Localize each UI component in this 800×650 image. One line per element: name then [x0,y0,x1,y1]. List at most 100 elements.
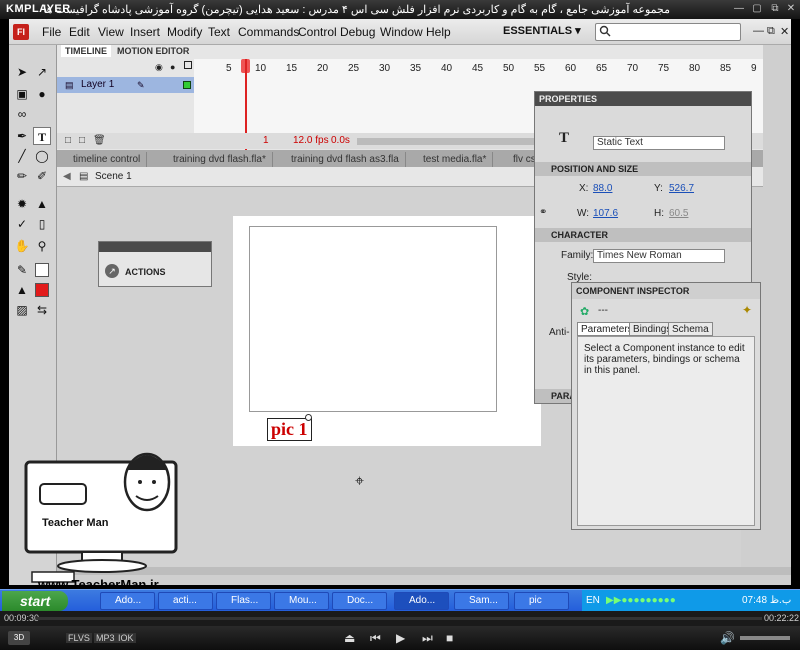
control-badge[interactable]: IOK [116,633,136,643]
tab-parameters[interactable]: Parameters [577,322,637,336]
component-inspector-title[interactable]: COMPONENT INSPECTOR [572,283,760,299]
start-button[interactable]: start [2,591,68,611]
taskbar-item[interactable]: Flas... [216,592,271,610]
stop-icon[interactable]: ■ [446,631,453,645]
taskbar-item[interactable]: Sam... [454,592,509,610]
menu-window[interactable]: Window [380,25,423,39]
seek-track[interactable] [36,617,762,620]
volume-slider[interactable] [740,636,790,640]
menu-view[interactable]: View [98,25,124,39]
minimize-icon[interactable]: — [753,25,764,37]
subselection-tool-icon[interactable]: ↗ [33,63,51,81]
text-type-select[interactable]: Static Text [593,136,725,150]
fill-color-icon[interactable]: ▲ [13,281,31,299]
control-badge[interactable]: FLVS [66,633,92,643]
new-layer-icon[interactable]: □ [65,133,71,149]
3d-rotation-icon[interactable]: ● [33,85,51,103]
paint-bucket-icon[interactable]: ▲ [33,195,51,213]
control-badge[interactable]: MP3 [94,633,117,643]
menu-debug[interactable]: Debug [340,25,375,39]
tab-motion-editor[interactable]: MOTION EDITOR [113,45,193,57]
play-icon[interactable]: ▶ [396,631,405,645]
swap-colors-icon[interactable]: ⇆ [33,301,51,319]
x-value[interactable]: 88.0 [593,183,612,194]
fill-color-swatch[interactable] [35,283,49,297]
taskbar-item[interactable]: acti... [158,592,213,610]
menu-control[interactable]: Control [298,25,337,39]
brush-tool-icon[interactable]: ✐ [33,167,51,185]
menu-modify[interactable]: Modify [167,25,202,39]
back-arrow-icon[interactable]: ◀ [63,167,71,187]
tab-schema[interactable]: Schema [668,322,713,336]
selection-tool-icon[interactable]: ➤ [13,63,31,81]
maximize-icon[interactable]: ▢ [750,3,764,15]
bone-tool-icon[interactable]: ✹ [13,195,31,213]
w-value[interactable]: 107.6 [593,208,618,219]
stage-text-pic[interactable]: pic 1 [267,418,312,441]
3d-icon[interactable]: 3D [8,631,30,645]
outline-icon[interactable] [184,61,192,69]
oval-tool-icon[interactable]: ◯ [33,147,51,165]
star-icon[interactable]: ✦ [742,303,752,317]
stroke-color-icon[interactable]: ✎ [13,261,31,279]
tray-icons[interactable]: ▶▶●●●●●●●●● [606,590,676,612]
menu-commands[interactable]: Commands [238,25,299,39]
layer-row[interactable]: ▤ Layer 1 ✎ [57,77,194,93]
pen-tool-icon[interactable]: ✒ [13,127,31,145]
properties-title[interactable]: PROPERTIES [535,92,751,106]
hand-tool-icon[interactable]: ✋ [13,237,31,255]
text-handle-icon[interactable] [305,414,312,421]
tab-document[interactable]: test media.fla* [417,152,494,167]
actions-panel-header[interactable] [99,242,211,252]
stroke-color-swatch[interactable] [35,263,49,277]
eyedropper-icon[interactable]: ✓ [13,215,31,233]
restore-icon[interactable]: ⧉ [767,25,775,38]
restore-icon[interactable]: ⧉ [768,3,782,15]
next-icon[interactable]: ⏭ [422,631,433,646]
close-icon[interactable]: ✕ [784,3,798,15]
menu-help[interactable]: Help [426,25,451,39]
taskbar-item[interactable]: pic [514,592,569,610]
minimize-icon[interactable]: — [732,3,746,15]
black-white-icon[interactable]: ▨ [13,301,31,319]
new-folder-icon[interactable]: □ [79,133,85,149]
menu-edit[interactable]: Edit [69,25,90,39]
language-indicator[interactable]: EN [586,590,600,612]
tab-document[interactable]: timeline control [67,152,148,167]
menu-file[interactable]: File [42,25,61,39]
taskbar-item[interactable]: Doc... [332,592,387,610]
y-value[interactable]: 526.7 [669,183,694,194]
taskbar-item[interactable]: Mou... [274,592,329,610]
taskbar-item[interactable]: Ado... [100,592,155,610]
eject-icon[interactable]: ⏏ [344,631,355,645]
delete-layer-icon[interactable]: 🗑 [93,133,106,149]
eye-icon[interactable]: ◉ [155,62,163,73]
text-tool-icon[interactable]: T [33,127,51,145]
position-size-header[interactable]: POSITION AND SIZE [535,162,751,176]
menu-insert[interactable]: Insert [130,25,160,39]
scene-name[interactable]: Scene 1 [95,167,132,187]
volume-icon[interactable]: 🔊 [720,631,735,645]
actions-panel[interactable]: ↗ ACTIONS [98,241,212,287]
help-search-input[interactable] [595,23,741,41]
lasso-tool-icon[interactable]: ∞ [13,105,31,123]
close-icon[interactable]: ✕ [780,25,789,38]
font-family-select[interactable]: Times New Roman [593,249,725,263]
tab-document[interactable]: training dvd flash as3.fla [285,152,406,167]
previous-icon[interactable]: ⏮ [370,631,381,646]
character-header[interactable]: CHARACTER [535,228,751,242]
link-icon[interactable]: ⚭ [539,207,547,218]
player-progress-bar[interactable]: 00:09:30 00:22:22 [0,611,800,626]
zoom-tool-icon[interactable]: ⚲ [33,237,51,255]
tab-document[interactable]: training dvd flash.fla* [167,152,273,167]
h-value[interactable]: 60.5 [669,208,688,219]
lock-icon[interactable]: ● [170,62,175,72]
eraser-icon[interactable]: ▯ [33,215,51,233]
tab-timeline[interactable]: TIMELINE [61,45,111,57]
free-transform-icon[interactable]: ▣ [13,85,31,103]
frame-rate[interactable]: 12.0 fps [293,133,329,149]
menu-text[interactable]: Text [208,25,230,39]
pencil-tool-icon[interactable]: ✏ [13,167,31,185]
taskbar-item-active[interactable]: Ado... [394,592,449,610]
workspace-switcher[interactable]: ESSENTIALS ▾ [503,24,581,37]
